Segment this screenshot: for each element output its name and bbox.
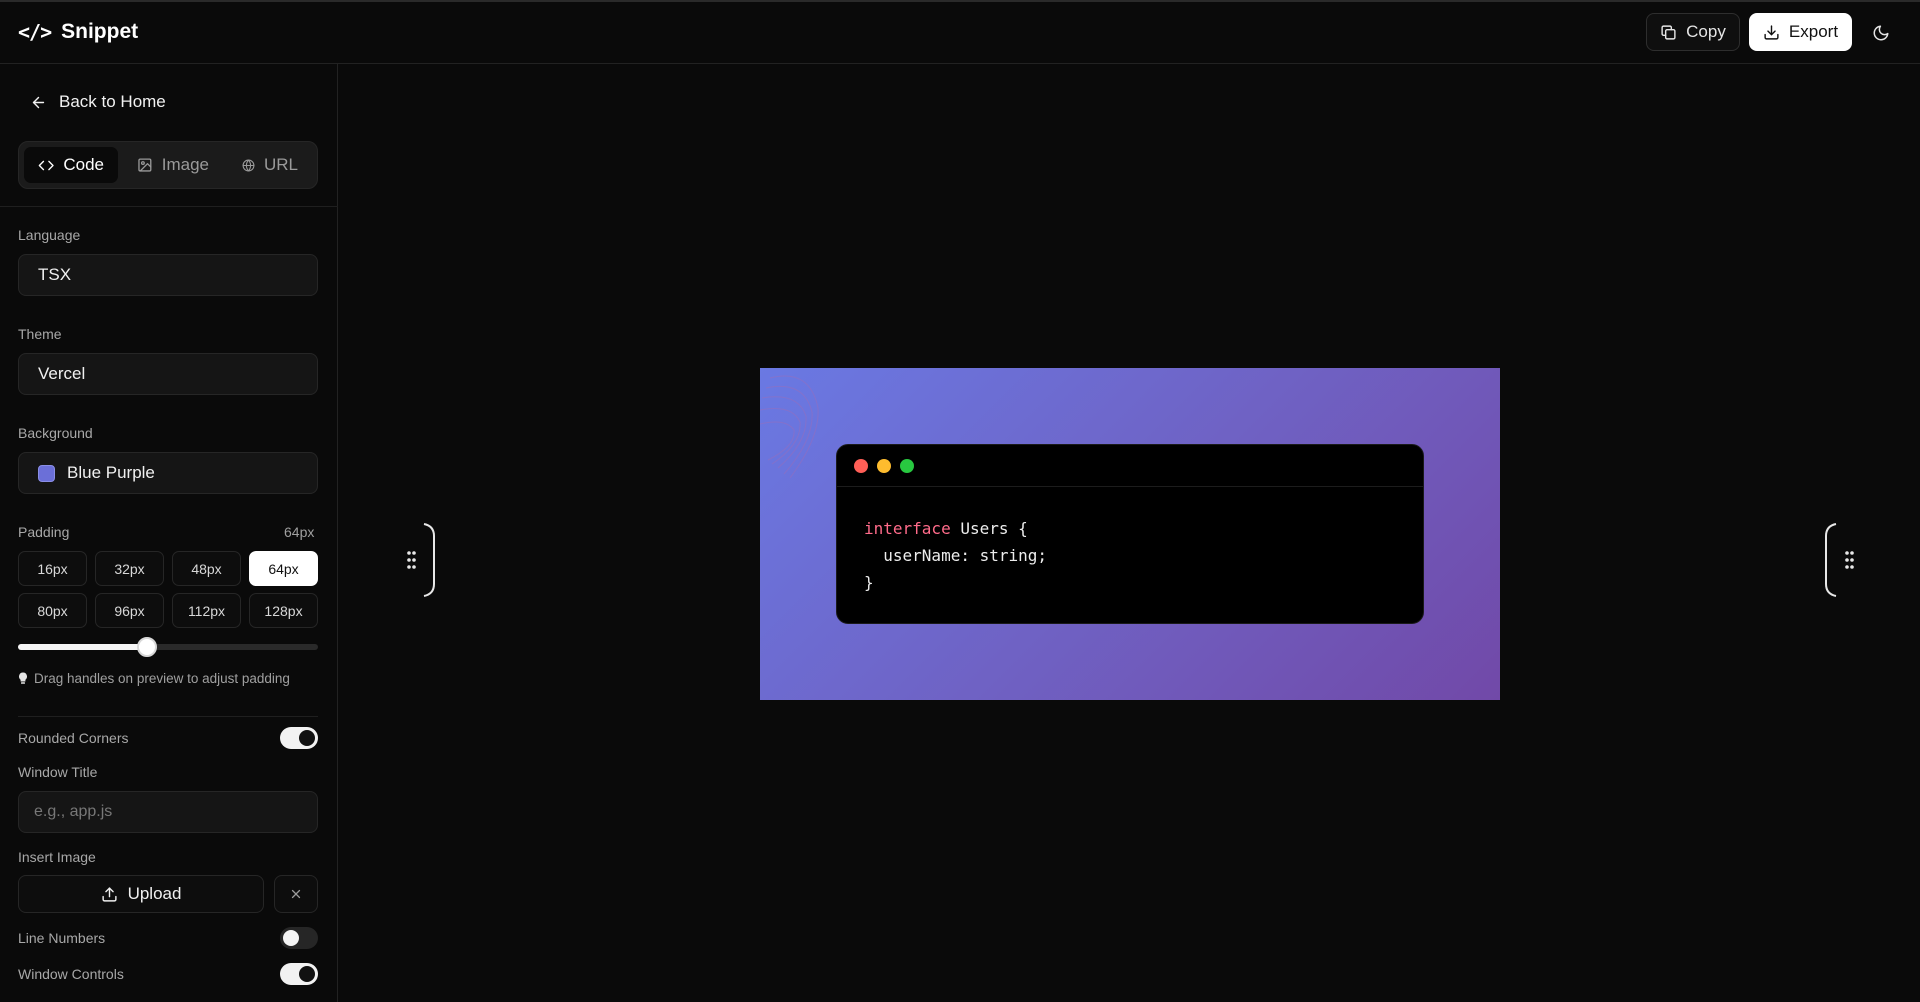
download-icon	[1764, 24, 1779, 40]
code-line-2: userName: string;	[864, 546, 1048, 565]
top-bar: </> Snippet Copy Export	[0, 0, 1920, 64]
back-to-home-link[interactable]: Back to Home	[30, 92, 166, 112]
divider	[0, 206, 338, 207]
theme-toggle-button[interactable]	[1866, 18, 1896, 48]
rounded-corners-toggle[interactable]	[280, 727, 318, 749]
tab-url[interactable]: URL	[228, 147, 312, 183]
upload-label: Upload	[127, 884, 182, 903]
window-title-input[interactable]: e.g., app.js	[18, 791, 318, 833]
copy-button[interactable]: Copy	[1646, 13, 1740, 51]
background-value: Blue Purple	[67, 463, 155, 482]
window-minimize-dot	[877, 459, 891, 473]
close-icon	[291, 889, 301, 899]
padding-handle-left[interactable]	[398, 522, 438, 598]
toggle-knob	[299, 966, 315, 982]
upload-icon	[101, 886, 117, 902]
toggle-knob	[283, 930, 299, 946]
theme-select[interactable]: Vercel	[18, 353, 318, 395]
grip-icon	[407, 523, 435, 597]
copy-label: Copy	[1686, 22, 1726, 41]
padding-slider-track[interactable]	[18, 644, 318, 650]
padding-option-16[interactable]: 16px	[18, 551, 87, 586]
grip-icon	[1825, 523, 1854, 597]
insert-image-label: Insert Image	[18, 849, 96, 865]
code-window: interface Users { userName: string; }	[836, 444, 1424, 624]
code-icon	[38, 160, 54, 170]
window-controls-label: Window Controls	[18, 966, 124, 982]
padding-option-80[interactable]: 80px	[18, 593, 87, 628]
window-maximize-dot	[900, 459, 914, 473]
tab-code[interactable]: Code	[24, 147, 118, 183]
padding-option-64[interactable]: 64px	[249, 551, 318, 586]
language-select[interactable]: TSX	[18, 254, 318, 296]
background-select[interactable]: Blue Purple	[18, 452, 318, 494]
padding-option-128[interactable]: 128px	[249, 593, 318, 628]
window-title-label: Window Title	[18, 764, 98, 780]
padding-label: Padding	[18, 524, 70, 540]
clear-image-button[interactable]	[274, 875, 318, 913]
window-controls-toggle[interactable]	[280, 963, 318, 985]
lightbulb-icon	[19, 672, 27, 684]
tab-image-label: Image	[161, 155, 209, 174]
padding-slider-fill	[18, 644, 147, 650]
settings-sidebar: Back to Home Code Image URL Language TSX…	[0, 64, 338, 1002]
decorative-pattern	[760, 375, 819, 479]
code-line-1-rest: Users {	[950, 519, 1028, 538]
rounded-corners-label: Rounded Corners	[18, 730, 129, 746]
toggle-knob	[299, 730, 315, 746]
language-label: Language	[18, 227, 81, 243]
window-title-placeholder: e.g., app.js	[34, 803, 113, 820]
padding-handle-right[interactable]	[1822, 522, 1862, 598]
padding-option-96[interactable]: 96px	[95, 593, 164, 628]
app-title: Snippet	[61, 20, 139, 43]
arrow-left-icon	[32, 96, 45, 108]
tab-code-label: Code	[63, 155, 104, 174]
export-button[interactable]: Export	[1749, 13, 1852, 51]
background-label: Background	[18, 425, 93, 441]
language-value: TSX	[38, 265, 72, 284]
background-swatch	[38, 464, 55, 482]
padding-option-112[interactable]: 112px	[172, 593, 241, 628]
padding-option-48[interactable]: 48px	[172, 551, 241, 586]
window-title-bar	[837, 445, 1423, 487]
padding-option-32[interactable]: 32px	[95, 551, 164, 586]
source-tabs: Code Image URL	[18, 141, 318, 189]
code-logo-icon: </>	[18, 20, 52, 44]
line-numbers-toggle[interactable]	[280, 927, 318, 949]
theme-label: Theme	[18, 326, 62, 342]
tab-image[interactable]: Image	[123, 147, 223, 183]
theme-value: Vercel	[38, 364, 86, 383]
moon-icon	[1873, 25, 1889, 41]
window-close-dot	[854, 459, 868, 473]
globe-icon	[242, 159, 255, 171]
divider	[18, 716, 318, 717]
tab-url-label: URL	[263, 155, 298, 174]
code-line-3: }	[864, 573, 874, 592]
code-keyword: interface	[864, 519, 951, 538]
copy-icon	[1661, 24, 1676, 40]
upload-button[interactable]: Upload	[18, 875, 264, 913]
code-block[interactable]: interface Users { userName: string; }	[864, 515, 1047, 596]
back-label: Back to Home	[59, 92, 166, 111]
padding-value: 64px	[284, 524, 315, 540]
image-icon	[138, 158, 152, 172]
padding-hint: Drag handles on preview to adjust paddin…	[18, 671, 290, 686]
padding-slider-thumb[interactable]	[137, 637, 157, 657]
export-label: Export	[1788, 22, 1839, 41]
padding-hint-text: Drag handles on preview to adjust paddin…	[34, 671, 290, 686]
app-brand[interactable]: </> Snippet	[18, 20, 138, 44]
line-numbers-label: Line Numbers	[18, 930, 106, 946]
snippet-canvas: interface Users { userName: string; }	[760, 368, 1500, 700]
